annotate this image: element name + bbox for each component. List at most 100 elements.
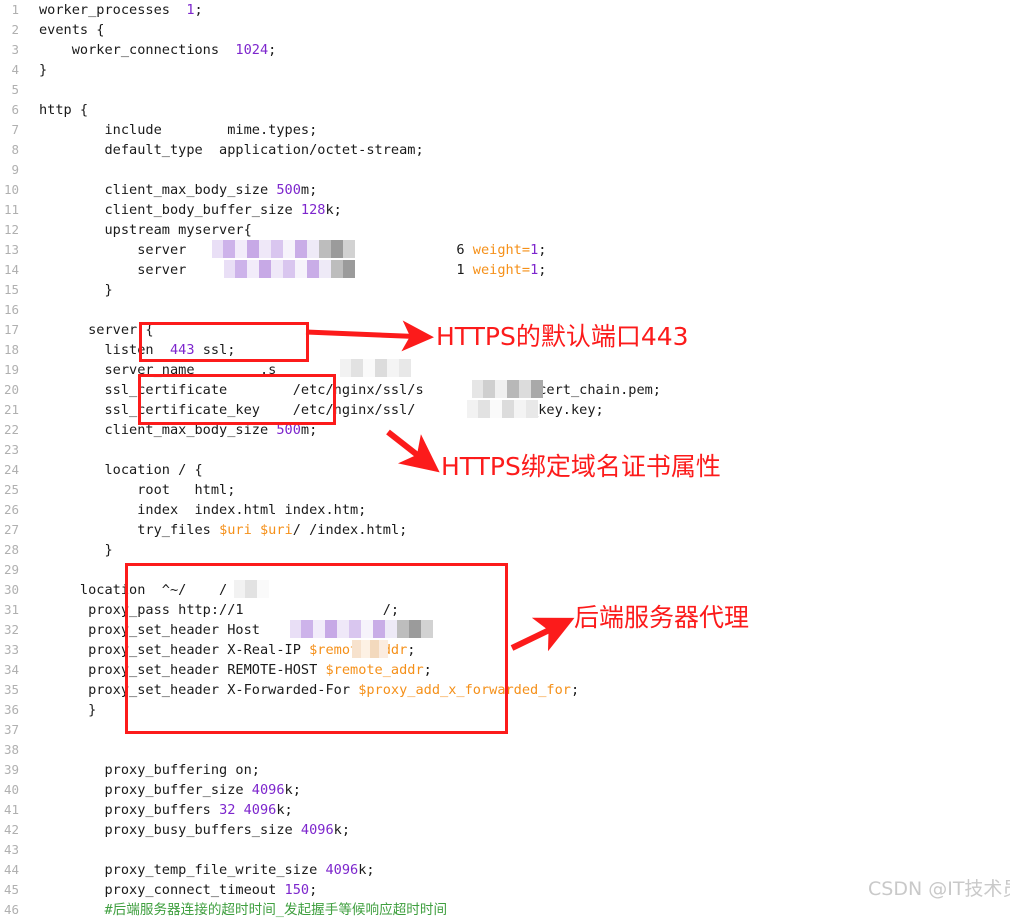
line-number: 46 [3,902,19,917]
code-text: } [39,282,113,298]
code-text: include mime.types; [39,122,318,138]
line-number: 16 [3,302,19,317]
code-line[interactable]: proxy_connect_timeout 150; [31,880,317,900]
line-number: 39 [3,762,19,777]
code-line[interactable]: upstream myserver{ [31,220,251,240]
code-text: proxy_buffers [39,802,220,818]
https-port-annotation-label: HTTPS的默认端口443 [436,322,689,351]
code-line[interactable]: proxy_buffer_size 4096k; [31,780,300,800]
code-line[interactable]: include mime.types; [31,120,317,140]
line-number: 38 [3,742,19,757]
code-number: 500 [276,182,301,198]
code-line[interactable]: client_max_body_size 500m; [31,180,317,200]
code-text: worker_processes [39,2,187,18]
line-number: 17 [3,322,19,337]
code-line[interactable] [31,440,39,460]
code-line[interactable]: ssl_certificate /etc/nginx/ssl/s t.cn_ce… [31,380,661,400]
line-number: 43 [3,842,19,857]
code-text: ; [570,682,580,698]
line-number: 24 [3,462,19,477]
line-number: 11 [3,202,19,217]
code-text: } [39,62,48,78]
line-number: 44 [3,862,19,877]
line-number: 26 [3,502,19,517]
code-line[interactable]: client_body_buffer_size 128k; [31,200,342,220]
code-variable: $uri [219,522,252,538]
line-number: 28 [3,542,19,557]
ssl-cert-annotation-label: HTTPS绑定域名证书属性 [441,452,721,481]
line-number: 25 [3,482,19,497]
code-line[interactable] [31,160,39,180]
code-text: proxy_temp_file_write_size [39,862,326,878]
line-number: 14 [3,262,19,277]
code-line[interactable]: } [31,60,47,80]
code-text: ; [538,242,547,258]
code-line[interactable]: proxy_buffers 32 4096k; [31,800,293,820]
code-text: k; [325,202,342,218]
code-text: server { [39,322,154,338]
code-line[interactable]: #后端服务器连接的超时时间_发起握手等候响应超时时间 [31,900,447,920]
line-number: 8 [11,142,19,157]
code-line[interactable]: http { [31,100,88,120]
code-number: 128 [300,202,326,218]
code-text: root html; [39,482,236,498]
code-text: ssl_certificate /etc/nginx/ssl/s t.cn_ce… [39,382,661,398]
line-number: 22 [3,422,19,437]
code-text: location / { [39,462,203,478]
line-number: 40 [3,782,19,797]
line-number: 30 [3,582,19,597]
line-number: 15 [3,282,19,297]
code-line[interactable]: } [31,280,113,300]
code-line[interactable] [31,560,39,580]
code-line[interactable] [31,720,39,740]
ssl-cert-annotation-box [138,374,336,425]
code-line[interactable]: server { [31,320,154,340]
code-number: 1 [186,2,195,18]
code-line[interactable]: } [31,700,96,720]
line-number: 34 [3,662,19,677]
code-line[interactable]: proxy_buffering on; [31,760,260,780]
code-line[interactable]: index index.html index.htm; [31,500,366,520]
code-line[interactable]: try_files $uri $uri/ /index.html; [31,520,407,540]
code-line[interactable]: location / { [31,460,203,480]
code-line[interactable]: root html; [31,480,235,500]
code-text: k; [276,802,293,818]
code-line[interactable]: proxy_temp_file_write_size 4096k; [31,860,375,880]
code-line[interactable]: worker_processes 1; [31,0,203,20]
code-line[interactable]: default_type application/octet-stream; [31,140,424,160]
csdn-watermark: CSDN @IT技术员 [868,878,1010,900]
code-text: worker_connections [39,42,236,58]
redacted-proxy-host-header [352,640,388,658]
code-text: k; [358,862,375,878]
code-screenshot: 1 2 3 4 5 6 7 8 9 10 11 12 13 14 15 16 17 18 19 20 21 22 23 24 2… [0,0,1010,918]
code-line[interactable]: events { [31,20,104,40]
code-line[interactable]: worker_connections 1024; [31,40,277,60]
https-port-annotation-box [139,322,309,362]
line-number: 5 [11,82,19,97]
code-number: 4096 [251,782,285,798]
line-number: 1 [11,2,19,17]
line-number: 45 [3,882,19,897]
code-line[interactable] [31,300,39,320]
redacted-server-name-domain [340,359,411,377]
code-line[interactable]: } [31,540,112,560]
line-number: 3 [11,42,19,57]
code-text: / /index.html; [292,522,408,538]
redacted-location-path [234,580,269,598]
code-text: ; [538,262,547,278]
line-number: 9 [11,162,19,177]
code-text: k; [333,822,351,838]
code-line[interactable] [31,740,39,760]
code-text: default_type application/octet-stream; [39,142,424,158]
line-number: 12 [3,222,19,237]
code-number: 1024 [235,42,269,58]
backend-proxy-annotation-box [125,563,508,734]
line-number: 42 [3,822,19,837]
code-text: events { [39,22,105,38]
code-text: ; [309,882,318,898]
code-line[interactable]: proxy_busy_buffers_size 4096k; [31,820,350,840]
line-number: 37 [3,722,19,737]
code-line[interactable] [31,80,39,100]
code-line[interactable] [31,840,39,860]
code-variable: weight= [472,262,531,278]
